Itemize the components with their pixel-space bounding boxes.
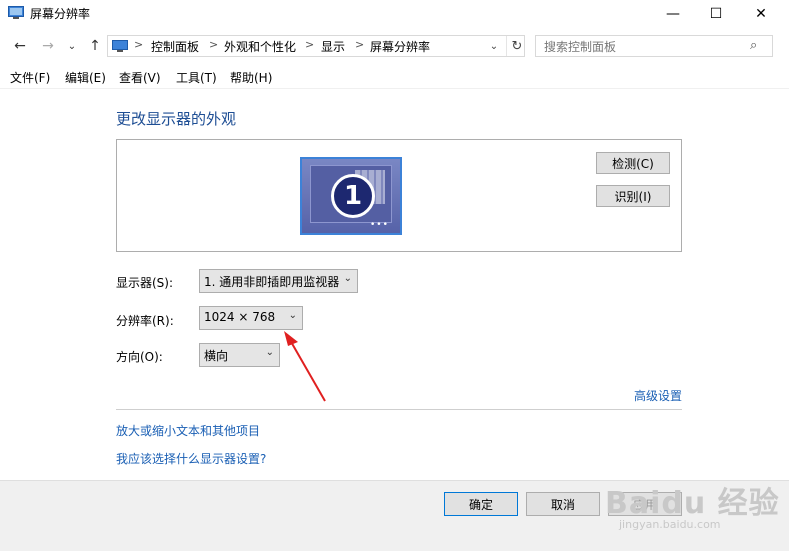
- up-button[interactable]: ↑: [85, 36, 105, 56]
- breadcrumb-display[interactable]: 显示: [321, 38, 345, 55]
- chevron-down-icon: ⌄: [489, 40, 499, 52]
- close-button[interactable]: ✕: [738, 0, 784, 28]
- cancel-button[interactable]: 取消: [526, 492, 600, 516]
- breadcrumb-separator: >: [305, 38, 315, 51]
- refresh-icon: ↻: [511, 38, 523, 54]
- up-arrow-icon: ↑: [89, 38, 101, 54]
- maximize-button[interactable]: ☐: [693, 0, 739, 28]
- menu-file[interactable]: 文件(F): [10, 69, 50, 86]
- display-label: 显示器(S):: [116, 276, 174, 290]
- maximize-icon: ☐: [709, 6, 723, 22]
- navigation-bar: ← → ⌄ ↑ > 控制面板 > 外观和个性化 > 显示 > 屏幕分辨率 ⌄ ↻…: [0, 30, 789, 62]
- search-input[interactable]: 搜索控制面板 ⌕: [535, 35, 773, 57]
- detect-button[interactable]: 检测(C): [596, 152, 670, 174]
- chevron-down-icon: ⌄: [265, 347, 274, 358]
- menu-bar: 文件(F) 编辑(E) 查看(V) 工具(T) 帮助(H): [0, 66, 789, 89]
- breadcrumb-separator: >: [209, 38, 219, 51]
- monitor-number-badge: 1: [331, 174, 375, 218]
- display-select-value: 1. 通用非即插即用监视器: [204, 275, 340, 289]
- address-dropdown-button[interactable]: ⌄: [486, 36, 502, 56]
- breadcrumb-separator: >: [134, 38, 144, 51]
- chevron-down-icon: ⌄: [343, 273, 352, 284]
- title-bar: 屏幕分辨率 — ☐ ✕: [0, 0, 789, 28]
- monitor-dots-icon: •••: [370, 220, 389, 230]
- breadcrumb-control-panel[interactable]: 控制面板: [151, 38, 199, 55]
- control-panel-icon: [112, 40, 128, 52]
- forward-arrow-icon: →: [42, 38, 54, 54]
- close-icon: ✕: [755, 6, 767, 22]
- breadcrumb-separator: >: [355, 38, 365, 51]
- back-arrow-icon: ←: [14, 38, 26, 54]
- search-icon[interactable]: ⌕: [750, 38, 757, 53]
- refresh-button[interactable]: ↻: [506, 36, 527, 56]
- display-select[interactable]: 1. 通用非即插即用监视器 ⌄: [199, 269, 358, 293]
- back-button[interactable]: ←: [10, 36, 30, 56]
- watermark-logo: Baidu 经验: [605, 486, 780, 521]
- minimize-button[interactable]: —: [650, 0, 696, 28]
- minimize-icon: —: [666, 6, 680, 22]
- chevron-down-icon: ⌄: [288, 310, 297, 321]
- resolution-select-value: 1024 × 768: [204, 310, 276, 324]
- monitor-preview-panel: 1 ••• 检测(C) 识别(I): [116, 139, 682, 252]
- advanced-settings-link[interactable]: 高级设置: [634, 387, 682, 404]
- chevron-down-icon: ⌄: [67, 40, 77, 52]
- address-bar[interactable]: > 控制面板 > 外观和个性化 > 显示 > 屏幕分辨率 ⌄ ↻: [107, 35, 525, 57]
- monitor-1-tile[interactable]: 1 •••: [300, 157, 402, 235]
- page-title: 更改显示器的外观: [116, 110, 237, 128]
- menu-tools[interactable]: 工具(T): [176, 69, 217, 86]
- annotation-arrow: [284, 331, 326, 402]
- menu-edit[interactable]: 编辑(E): [65, 69, 106, 86]
- search-placeholder: 搜索控制面板: [544, 40, 617, 54]
- orientation-select[interactable]: 横向 ⌄: [199, 343, 280, 367]
- identify-button[interactable]: 识别(I): [596, 185, 670, 207]
- divider: [116, 409, 682, 410]
- window-title: 屏幕分辨率: [30, 7, 91, 21]
- menu-view[interactable]: 查看(V): [119, 69, 161, 86]
- breadcrumb-appearance[interactable]: 外观和个性化: [224, 38, 296, 55]
- ok-button[interactable]: 确定: [444, 492, 518, 516]
- recent-locations-button[interactable]: ⌄: [62, 36, 82, 56]
- breadcrumb-screen-resolution[interactable]: 屏幕分辨率: [370, 38, 430, 55]
- menu-help[interactable]: 帮助(H): [230, 69, 272, 86]
- display-icon: [8, 6, 24, 19]
- forward-button[interactable]: →: [38, 36, 58, 56]
- orientation-label: 方向(O):: [116, 350, 163, 364]
- resolution-select[interactable]: 1024 × 768 ⌄: [199, 306, 303, 330]
- orientation-select-value: 横向: [204, 349, 229, 363]
- monitor-screen: 1: [310, 165, 392, 223]
- resolution-label: 分辨率(R):: [116, 314, 174, 328]
- which-settings-link[interactable]: 我应该选择什么显示器设置?: [116, 450, 266, 467]
- text-size-link[interactable]: 放大或缩小文本和其他项目: [116, 422, 260, 439]
- baidu-watermark: Baidu 经验 jingyan.baidu.com: [605, 478, 780, 531]
